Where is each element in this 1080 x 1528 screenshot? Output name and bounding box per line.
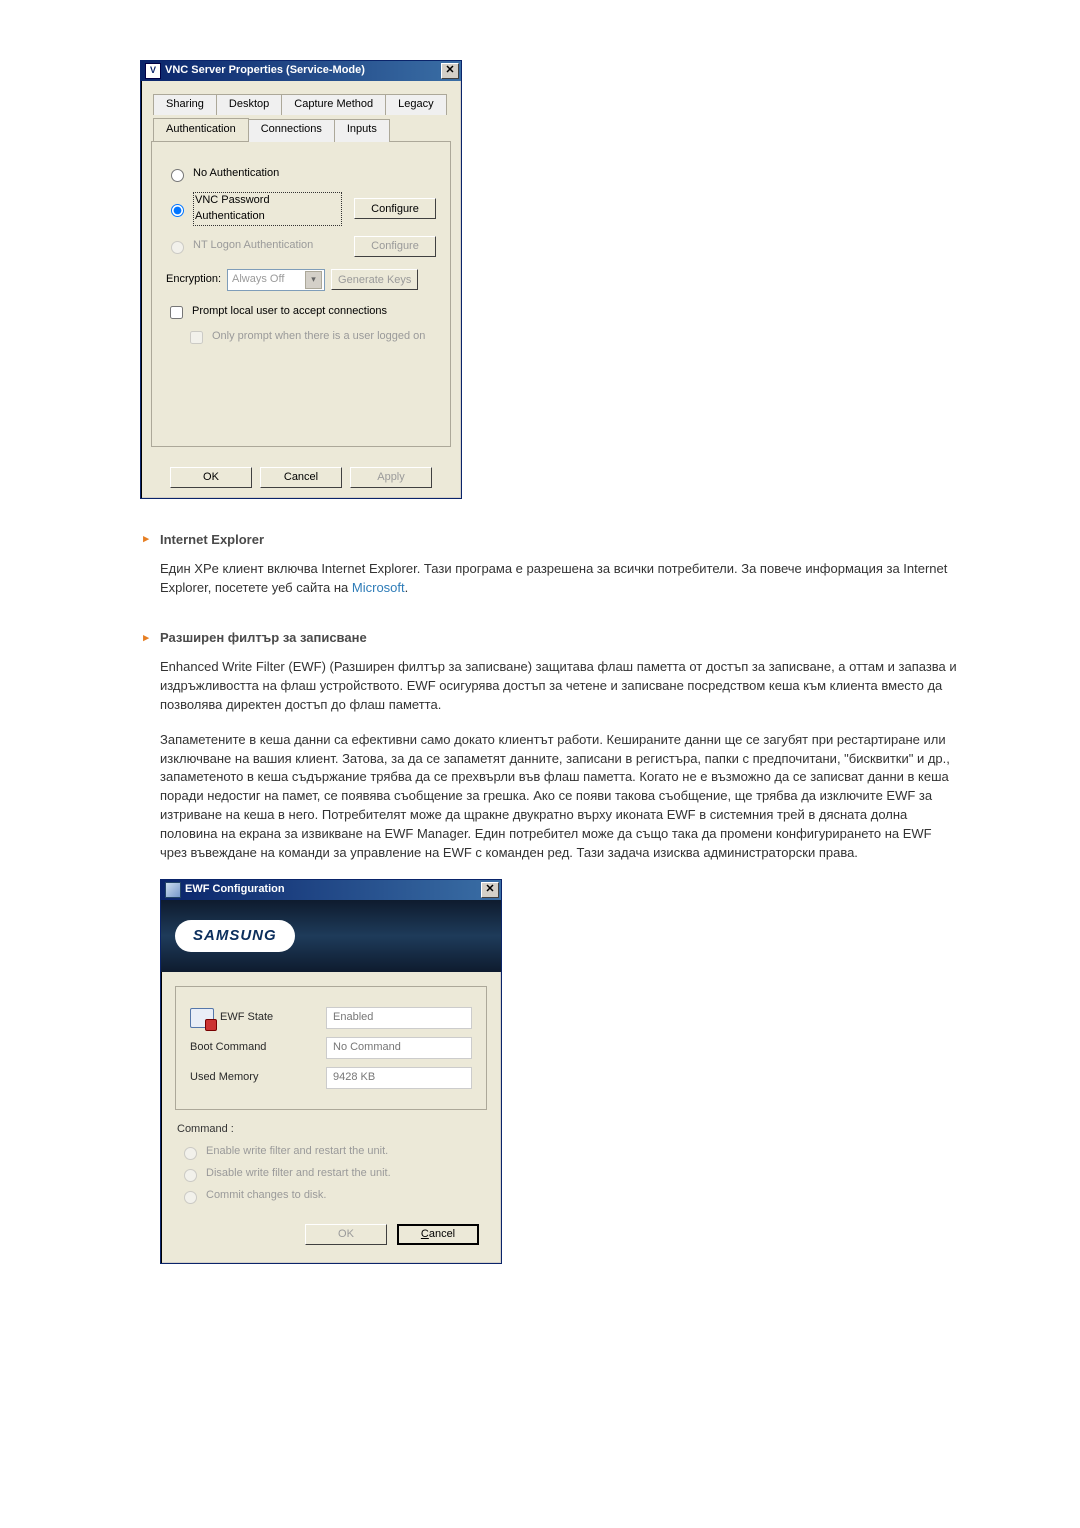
ewf-body: EWF State Enabled Boot Command No Comman… — [161, 972, 501, 1263]
radio-no-auth-row[interactable]: No Authentication — [166, 166, 436, 182]
ewf-boot-value: No Command — [326, 1037, 472, 1059]
ewf-dialog-buttons: OK Cancel — [175, 1210, 487, 1253]
radio-nt-logon — [171, 241, 184, 254]
ie-body-text: Един XPe клиент включва Internet Explore… — [160, 561, 947, 595]
ewf-state-row: EWF State Enabled — [190, 1007, 472, 1029]
ewf-state-label: EWF State — [190, 1008, 310, 1028]
chk-prompt-row[interactable]: Prompt local user to accept connections — [166, 303, 436, 322]
radio-no-auth-label: No Authentication — [193, 166, 279, 182]
ewf-banner: SAMSUNG — [161, 900, 501, 972]
ewf-info-box: EWF State Enabled Boot Command No Comman… — [175, 986, 487, 1110]
ewf-app-icon — [165, 882, 181, 898]
close-icon[interactable]: ✕ — [441, 63, 459, 79]
tab-desktop[interactable]: Desktop — [216, 94, 282, 115]
radio-enable-ewf-label: Enable write filter and restart the unit… — [206, 1144, 388, 1160]
chk-only-prompt-label: Only prompt when there is a user logged … — [212, 329, 425, 345]
cancel-button[interactable]: Cancel — [260, 467, 342, 488]
chk-prompt[interactable] — [170, 306, 183, 319]
radio-enable-row: Enable write filter and restart the unit… — [179, 1144, 483, 1160]
drive-icon — [190, 1008, 214, 1028]
tab-capture-method[interactable]: Capture Method — [281, 94, 386, 115]
ewf-state-label-text: EWF State — [220, 1010, 273, 1026]
tab-sharing[interactable]: Sharing — [153, 94, 217, 115]
tab-legacy[interactable]: Legacy — [385, 94, 446, 115]
radio-vnc-pwd[interactable] — [171, 204, 184, 217]
arrow-bullet-icon: ▸ — [140, 633, 152, 645]
vnc-body: Sharing Desktop Capture Method Legacy Au… — [141, 81, 461, 457]
section-title-ie: Internet Explorer — [160, 531, 264, 550]
ewf-boot-label: Boot Command — [190, 1040, 310, 1056]
tab-panel-authentication: No Authentication VNC Password Authentic… — [151, 141, 451, 447]
radio-disable-row: Disable write filter and restart the uni… — [179, 1166, 483, 1182]
ewf-config-dialog: EWF Configuration ✕ SAMSUNG EWF State En… — [160, 879, 502, 1264]
radio-no-auth[interactable] — [171, 169, 184, 182]
radio-commit-ewf — [184, 1191, 197, 1204]
chevron-down-icon: ▾ — [305, 271, 322, 289]
tabs-row-2: Authentication Connections Inputs — [151, 118, 451, 141]
close-icon[interactable]: ✕ — [481, 882, 499, 898]
ewf-mem-row: Used Memory 9428 KB — [190, 1067, 472, 1089]
vnc-app-icon: V — [145, 63, 161, 79]
encryption-value: Always Off — [232, 272, 284, 288]
radio-commit-ewf-label: Commit changes to disk. — [206, 1188, 326, 1204]
ie-paragraph: Един XPe клиент включва Internet Explore… — [160, 560, 960, 598]
vnc-window-title: VNC Server Properties (Service-Mode) — [165, 63, 441, 79]
configure-vnc-pwd-button[interactable]: Configure — [354, 198, 436, 219]
radio-vnc-pwd-row[interactable]: VNC Password Authentication Configure — [166, 192, 436, 226]
vnc-dialog-buttons: OK Cancel Apply — [141, 457, 461, 498]
section-title-ewf: Разширен филтър за записване — [160, 629, 367, 648]
radio-commit-row: Commit changes to disk. — [179, 1188, 483, 1204]
arrow-bullet-icon: ▸ — [140, 534, 152, 546]
tab-inputs[interactable]: Inputs — [334, 119, 390, 142]
section-heading-ie: ▸ Internet Explorer — [140, 531, 960, 550]
ewf-cancel-button[interactable]: Cancel — [397, 1224, 479, 1245]
vnc-titlebar: V VNC Server Properties (Service-Mode) ✕ — [141, 61, 461, 81]
microsoft-link[interactable]: Microsoft — [352, 580, 405, 595]
ewf-mem-value: 9428 KB — [326, 1067, 472, 1089]
samsung-logo: SAMSUNG — [175, 920, 295, 952]
tab-authentication[interactable]: Authentication — [153, 118, 249, 141]
tabs-row-1: Sharing Desktop Capture Method Legacy — [151, 93, 451, 114]
radio-disable-ewf — [184, 1169, 197, 1182]
radio-nt-logon-row: NT Logon Authentication Configure — [166, 236, 436, 257]
configure-nt-logon-button: Configure — [354, 236, 436, 257]
ok-button[interactable]: OK — [170, 467, 252, 488]
ewf-mem-label: Used Memory — [190, 1070, 310, 1086]
chk-only-prompt-row: Only prompt when there is a user logged … — [186, 328, 436, 347]
generate-keys-button: Generate Keys — [331, 269, 418, 290]
ewf-cancel-rest: ancel — [429, 1228, 455, 1240]
vnc-properties-dialog: V VNC Server Properties (Service-Mode) ✕… — [140, 60, 462, 499]
chk-only-prompt — [190, 331, 203, 344]
ewf-command-radios: Enable write filter and restart the unit… — [175, 1144, 487, 1204]
radio-enable-ewf — [184, 1147, 197, 1160]
ie-body-after: . — [405, 580, 409, 595]
section-heading-ewf: ▸ Разширен филтър за записване — [140, 629, 960, 648]
encryption-select: Always Off ▾ — [227, 269, 325, 291]
ewf-state-value: Enabled — [326, 1007, 472, 1029]
ewf-titlebar: EWF Configuration ✕ — [161, 880, 501, 900]
encryption-field: Encryption: Always Off ▾ Generate Keys — [166, 269, 436, 291]
chk-prompt-label: Prompt local user to accept connections — [192, 304, 387, 320]
radio-nt-logon-label: NT Logon Authentication — [193, 238, 313, 254]
radio-disable-ewf-label: Disable write filter and restart the uni… — [206, 1166, 391, 1182]
ewf-paragraph-2: Запаметените в кеша данни са ефективни с… — [160, 731, 960, 863]
radio-vnc-pwd-label: VNC Password Authentication — [193, 192, 342, 226]
tab-connections[interactable]: Connections — [248, 119, 335, 142]
ewf-window-title: EWF Configuration — [185, 882, 481, 898]
encryption-label: Encryption: — [166, 272, 221, 288]
ewf-boot-row: Boot Command No Command — [190, 1037, 472, 1059]
apply-button: Apply — [350, 467, 432, 488]
ewf-ok-button: OK — [305, 1224, 387, 1245]
ewf-paragraph-1: Enhanced Write Filter (EWF) (Разширен фи… — [160, 658, 960, 715]
ewf-command-label: Command : — [177, 1122, 487, 1138]
